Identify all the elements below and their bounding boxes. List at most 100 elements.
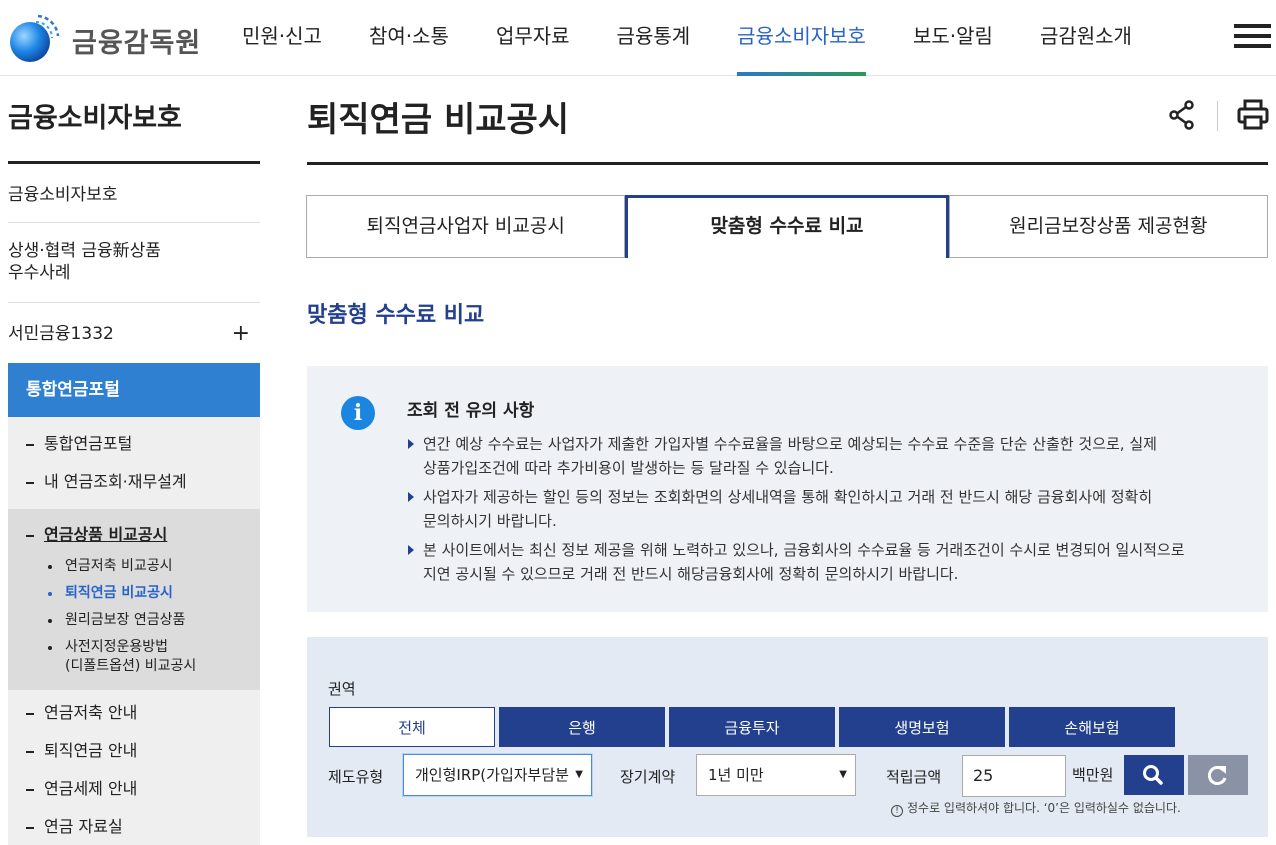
sidebar-leaf-savings-compare[interactable]: 연금저축 비교공시 [8,557,260,576]
amount-label: 적립금액 [886,768,942,786]
sidebar-sub-product-compare[interactable]: 연금상품 비교공시 [8,521,260,549]
amount-hint: ! 정수로 입력하셔야 합니다. ‘0’은 입력하실수 없습니다. [891,799,1181,817]
nav-item-statistics[interactable]: 금융통계 [617,0,691,76]
notice-item: 본 사이트에서는 최신 정보 제공을 위해 노력하고 있으나, 금융회사의 수수… [407,538,1227,586]
region-button-investment[interactable]: 금융투자 [669,707,835,747]
sidebar-sub-my-pension[interactable]: 내 연금조회·재무설계 [8,463,260,501]
dash-icon [26,443,34,446]
nav-item-work-data[interactable]: 업무자료 [496,0,570,76]
region-button-group: 전체 은행 금융투자 생명보험 손해보험 [329,707,1179,747]
notice-title: 조회 전 유의 사항 [407,401,535,421]
info-icon: i [341,396,375,430]
dash-icon [26,712,34,715]
chevron-down-icon: ▼ [839,769,847,780]
nav-item-about[interactable]: 금감원소개 [1040,0,1132,76]
region-label: 권역 [328,680,356,698]
dash-icon [26,788,34,791]
sidebar-sub-label: 연금세제 안내 [44,779,138,798]
region-button-bank[interactable]: 은행 [499,707,665,747]
logo-globe-icon [8,12,60,64]
sidebar-sub-label: 내 연금조회·재무설계 [44,472,187,491]
region-button-all[interactable]: 전체 [329,707,495,747]
sidebar-sub-label: 연금저축 안내 [44,703,138,722]
amount-unit: 백만원 [1072,766,1114,784]
search-panel: 권역 전체 은행 금융투자 생명보험 손해보험 제도유형 개인형IRP(가입자부… [307,637,1268,837]
sidebar-sub-active-group: 연금상품 비교공시 연금저축 비교공시 퇴직연금 비교공시 원리금보장 연금상품… [8,509,260,690]
refresh-icon [1207,766,1227,785]
amount-hint-text: 정수로 입력하셔야 합니다. ‘0’은 입력하실수 없습니다. [907,801,1181,815]
site-header: 금융감독원 민원·신고 참여·소통 업무자료 금융통계 금융소비자보호 보도·알… [0,0,1276,76]
plan-type-label: 제도유형 [328,768,384,786]
long-term-select[interactable]: 1년 미만 ▼ [696,754,856,796]
sidebar-sub-label: 연금상품 비교공시 [44,525,168,544]
amount-input[interactable]: 25 [962,755,1066,797]
region-button-life-insurance[interactable]: 생명보험 [839,707,1005,747]
sidebar-sub-label: 퇴직연금 안내 [44,741,138,760]
notice-item: 사업자가 제공하는 할인 등의 정보는 조회화면의 상세내역을 통해 확인하시고… [407,485,1227,533]
dash-icon [26,481,34,484]
sidebar-item-label: 상생·협력 금융新상품 [8,241,161,261]
search-button[interactable] [1124,755,1184,795]
notice-line: 상품가입조건에 따라 추가비용이 발생하는 등 달라질 수 있습니다. [423,459,834,477]
share-icon[interactable] [1168,100,1196,130]
sidebar-sub-retirement-guide[interactable]: 퇴직연금 안내 [8,732,260,770]
sidebar-item-best-practices[interactable]: 상생·협력 금융新상품 우수사례 [8,223,260,303]
sidebar-item-label-line2: 우수사례 [8,263,71,283]
notice-line: 지연 공시될 수 있으므로 거래 전 반드시 해당금융회사에 정확히 문의하시기… [423,565,959,583]
sidebar-sub-label: 통합연금포털 [44,434,133,453]
notice-line: 문의하시기 바랍니다. [423,512,557,530]
sidebar-leaf-guaranteed-products[interactable]: 원리금보장 연금상품 [8,611,260,630]
nav-item-complaints[interactable]: 민원·신고 [242,0,322,76]
sidebar-leaf-label: 사전지정운용방법 [65,639,169,655]
title-divider [307,162,1268,165]
section-title: 맞춤형 수수료 비교 [307,303,485,328]
print-icon[interactable] [1237,99,1269,131]
logo-text: 금융감독원 [72,27,202,59]
sidebar-sub-archive[interactable]: 연금 자료실 [8,808,260,845]
sidebar-item-label: 금융소비자보호 [8,185,118,205]
chevron-down-icon: ▼ [575,769,583,780]
plan-type-value: 개인형IRP(가입자부담분 [415,766,569,784]
nav-item-participation[interactable]: 참여·소통 [369,0,449,76]
dash-icon [26,534,34,537]
dash-icon [26,750,34,753]
page-title: 퇴직연금 비교공시 [307,100,570,140]
notice-line: 사업자가 제공하는 할인 등의 정보는 조회화면의 상세내역을 통해 확인하시고… [423,488,1153,506]
tab-guaranteed-products[interactable]: 원리금보장상품 제공현황 [948,195,1268,258]
sidebar-item-pension-portal[interactable]: 통합연금포털 [8,363,260,417]
long-term-value: 1년 미만 [708,766,764,784]
sidebar-sub-label: 연금 자료실 [44,817,123,836]
region-button-nonlife-insurance[interactable]: 손해보험 [1009,707,1175,747]
sidebar-leaf-retirement-compare[interactable]: 퇴직연금 비교공시 [8,584,260,603]
global-nav: 민원·신고 참여·소통 업무자료 금융통계 금융소비자보호 보도·알림 금감원소… [242,0,1132,76]
long-term-label: 장기계약 [620,768,676,786]
sidebar-sub-savings-guide[interactable]: 연금저축 안내 [8,694,260,732]
notice-line: 본 사이트에서는 최신 정보 제공을 위해 노력하고 있으나, 금융회사의 수수… [423,541,1185,559]
nav-item-news[interactable]: 보도·알림 [913,0,993,76]
reset-button[interactable] [1188,755,1248,795]
plan-type-select[interactable]: 개인형IRP(가입자부담분 ▼ [403,754,592,796]
notice-box: i 조회 전 유의 사항 연간 예상 수수료는 사업자가 제출한 가입자별 수수… [307,366,1268,612]
sidebar-item-consumer-protection[interactable]: 금융소비자보호 [8,164,260,223]
dash-icon [26,826,34,829]
notice-line: 연간 예상 수수료는 사업자가 제출한 가입자별 수수료율을 바탕으로 예상되는… [423,435,1157,453]
toolbar-divider [1217,101,1218,131]
tab-custom-fee-compare[interactable]: 맞춤형 수수료 비교 [625,195,949,258]
site-logo[interactable]: 금융감독원 [8,12,201,64]
expand-plus-icon[interactable]: + [232,303,250,365]
notice-item: 연간 예상 수수료는 사업자가 제출한 가입자별 수수료율을 바탕으로 예상되는… [407,432,1227,480]
sidebar-title: 금융소비자보호 [8,76,260,164]
sidebar-leaf-default-option[interactable]: 사전지정운용방법 (디폴트옵션) 비교공시 [8,638,260,676]
search-icon [1143,765,1163,785]
sidebar-item-1332[interactable]: 서민금융1332 + [8,303,260,363]
alert-circle-icon: ! [891,805,903,817]
notice-list: 연간 예상 수수료는 사업자가 제출한 가입자별 수수료율을 바탕으로 예상되는… [407,432,1227,591]
sidebar-leaf-label-line2: (디폴트옵션) 비교공시 [65,658,197,674]
menu-hamburger-icon[interactable] [1234,24,1271,50]
sidebar-item-label: 서민금융1332 [8,324,114,344]
sidebar: 금융소비자보호 금융소비자보호 상생·협력 금융新상품 우수사례 서민금융133… [8,76,260,845]
tab-provider-compare[interactable]: 퇴직연금사업자 비교공시 [306,195,626,258]
sidebar-sub-tax-guide[interactable]: 연금세제 안내 [8,770,260,808]
sidebar-sub-pension-portal[interactable]: 통합연금포털 [8,425,260,463]
nav-item-consumer-protection[interactable]: 금융소비자보호 [737,0,866,76]
